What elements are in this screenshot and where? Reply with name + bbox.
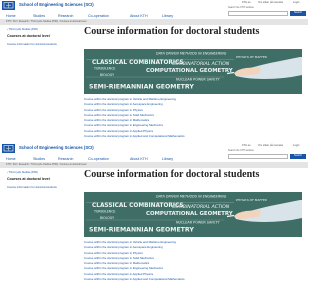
- chalkboard-banner-image: DATA DRIVEN METHODS IN ENGINEERING CLASS…: [84, 49, 302, 94]
- search-button[interactable]: Search: [290, 154, 306, 159]
- chalkboard-illustration: DATA DRIVEN METHODS IN ENGINEERING CLASS…: [84, 192, 302, 237]
- nav-item-research[interactable]: Research: [58, 157, 73, 161]
- search-label: Search the KTH website: [228, 6, 254, 9]
- util-link-login[interactable]: Login: [293, 144, 299, 147]
- board-text: NUCLEAR POWER SAFETY: [176, 221, 221, 225]
- course-link[interactable]: Course within the doctoral program in Ap…: [84, 134, 302, 139]
- nav-item-about[interactable]: About KTH: [130, 14, 148, 18]
- chalkboard-banner-image: DATA DRIVEN METHODS IN ENGINEERING CLASS…: [84, 192, 302, 237]
- course-list: Course within the doctoral program in Ve…: [84, 240, 302, 282]
- search-form: Search: [228, 154, 306, 159]
- search-input[interactable]: [228, 11, 288, 16]
- course-list: Course within the doctoral program in Ve…: [84, 97, 302, 139]
- nav-item-studies[interactable]: Studies: [33, 14, 45, 18]
- util-link-swedish[interactable]: Om sidan på svenska: [258, 144, 283, 147]
- page-title: Course information for doctoral students: [84, 169, 260, 180]
- page-copy: School of Engineering Sciences (SCI) KTH…: [0, 143, 308, 285]
- main-nav: Home Studies Research Co-operation About…: [0, 155, 228, 162]
- search-label: Search the KTH website: [228, 149, 254, 152]
- board-text: CLASSICAL COMBINATORICS: [92, 203, 184, 209]
- board-text: BIOLOGY: [100, 73, 114, 77]
- board-text: PHYSICS OF MATTER: [236, 198, 267, 202]
- breadcrumb-bar: KTH / SCI / Research / Third cycle Studi…: [0, 19, 308, 25]
- board-text: DATA DRIVEN METHODS IN ENGINEERING: [156, 195, 227, 199]
- board-text: TURBULENCE: [93, 67, 115, 71]
- nav-item-library[interactable]: Library: [162, 157, 173, 161]
- board-text: BIOLOGY: [100, 216, 114, 220]
- board-text: COMPUTATIONAL GEOMETRY: [146, 211, 233, 217]
- page-title: Course information for doctoral students: [84, 26, 260, 37]
- nav-item-research[interactable]: Research: [58, 14, 73, 18]
- page-copy: School of Engineering Sciences (SCI) KTH…: [0, 0, 308, 142]
- site-header: School of Engineering Sciences (SCI) KTH…: [0, 143, 308, 154]
- breadcrumb-bar: KTH / SCI / Research / Third cycle Studi…: [0, 162, 308, 168]
- sidebar-back-link[interactable]: ‹ Third cycle Studies (PhD): [7, 28, 38, 31]
- kth-logo-mark-icon: [2, 1, 15, 10]
- board-text: CLASSICAL COMBINATORICS: [92, 60, 184, 66]
- breadcrumb[interactable]: KTH / SCI / Research / Third cycle Studi…: [6, 163, 86, 166]
- course-link[interactable]: Course within the doctoral program in Ap…: [84, 277, 302, 282]
- school-name[interactable]: School of Engineering Sciences (SCI): [19, 145, 94, 150]
- search-form: Search: [228, 11, 306, 16]
- sidebar-heading[interactable]: Courses at doctoral level: [7, 177, 77, 181]
- breadcrumb[interactable]: KTH / SCI / Research / Third cycle Studi…: [6, 20, 86, 23]
- sidebar-item-course-info[interactable]: Course information for doctoral students: [7, 42, 77, 46]
- board-text: COMBINATORIAL ACTION: [172, 61, 230, 67]
- sidebar-heading[interactable]: Courses at doctoral level: [7, 34, 77, 38]
- school-name[interactable]: School of Engineering Sciences (SCI): [19, 2, 94, 7]
- board-text: SEMI-RIEMANNIAN GEOMETRY: [89, 84, 194, 91]
- main-nav: Home Studies Research Co-operation About…: [0, 12, 228, 19]
- util-link-login[interactable]: Login: [293, 1, 299, 4]
- chalkboard-illustration: DATA DRIVEN METHODS IN ENGINEERING CLASS…: [84, 49, 302, 94]
- util-link-kth[interactable]: KTH.se: [242, 144, 251, 147]
- nav-item-cooperation[interactable]: Co-operation: [88, 14, 109, 18]
- board-text: NUCLEAR POWER SAFETY: [176, 78, 221, 82]
- search-button[interactable]: Search: [290, 11, 306, 16]
- util-link-kth[interactable]: KTH.se: [242, 1, 251, 4]
- search-input[interactable]: [228, 154, 288, 159]
- nav-item-home[interactable]: Home: [6, 14, 16, 18]
- sidebar-back-link[interactable]: ‹ Third cycle Studies (PhD): [7, 171, 38, 174]
- nav-item-about[interactable]: About KTH: [130, 157, 148, 161]
- board-text: COMBINATORIAL ACTION: [172, 204, 230, 210]
- nav-item-cooperation[interactable]: Co-operation: [88, 157, 109, 161]
- nav-item-home[interactable]: Home: [6, 157, 16, 161]
- board-text: DATA DRIVEN METHODS IN ENGINEERING: [156, 52, 227, 56]
- kth-logo-mark-icon: [2, 144, 15, 153]
- board-text: TURBULENCE: [93, 210, 115, 214]
- board-text: COMPUTATIONAL GEOMETRY: [146, 68, 233, 74]
- kth-logo[interactable]: [2, 144, 15, 153]
- nav-item-studies[interactable]: Studies: [33, 157, 45, 161]
- util-link-swedish[interactable]: Om sidan på svenska: [258, 1, 283, 4]
- board-text: SEMI-RIEMANNIAN GEOMETRY: [89, 227, 194, 234]
- board-text: PHYSICS OF MATTER: [236, 55, 267, 59]
- sidebar-item-course-info[interactable]: Course information for doctoral students: [7, 185, 77, 189]
- site-header: School of Engineering Sciences (SCI) KTH…: [0, 0, 308, 11]
- nav-item-library[interactable]: Library: [162, 14, 173, 18]
- kth-logo[interactable]: [2, 1, 15, 10]
